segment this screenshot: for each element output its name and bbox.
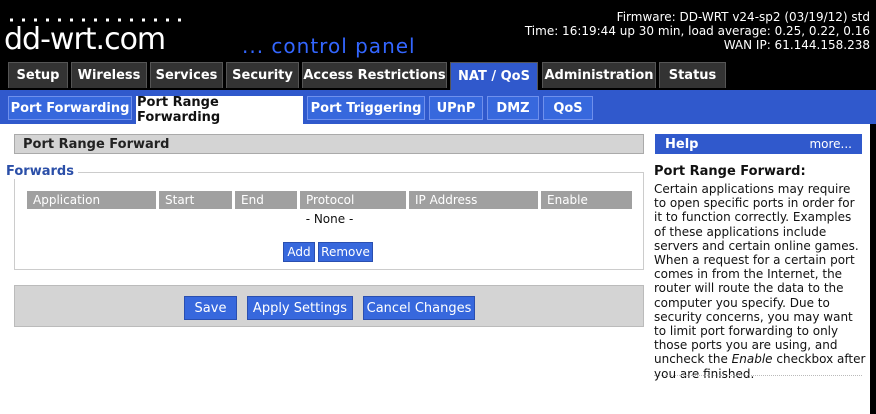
help-divider — [654, 375, 862, 376]
content-area: Port Range Forward Forwards Application … — [0, 124, 870, 414]
tab-wireless[interactable]: Wireless — [71, 62, 147, 88]
tab-setup[interactable]: Setup — [8, 62, 68, 88]
help-more-link[interactable]: more... — [809, 137, 852, 151]
firmware-text: Firmware: DD-WRT v24-sp2 (03/19/12) std — [616, 10, 870, 24]
router-info: Firmware: DD-WRT v24-sp2 (03/19/12) std … — [525, 10, 870, 52]
tab-security[interactable]: Security — [226, 62, 299, 88]
control-panel-subtitle: ... control panel — [242, 34, 416, 58]
help-text-emphasis: Enable — [731, 352, 773, 367]
apply-settings-button[interactable]: Apply Settings — [247, 296, 353, 320]
subtab-port-range-forwarding[interactable]: Port Range Forwarding — [136, 95, 303, 125]
column-header-ip-address: IP Address — [409, 191, 538, 209]
subtab-upnp[interactable]: UPnP — [429, 96, 483, 120]
wan-ip-text: WAN IP: 61.144.158.238 — [723, 38, 870, 52]
header: dd-wrt.com ... control panel Firmware: D… — [0, 0, 876, 62]
tab-access-restrictions[interactable]: Access Restrictions — [302, 62, 447, 88]
tab-status[interactable]: Status — [659, 62, 726, 88]
help-heading: Help — [665, 136, 699, 152]
empty-list-text: - None - — [305, 212, 354, 226]
column-header-start: Start — [159, 191, 232, 209]
remove-button[interactable]: Remove — [318, 242, 373, 262]
help-header: Help more... — [655, 134, 862, 154]
subtab-dmz[interactable]: DMZ — [487, 96, 539, 120]
help-text-part1: Certain applications may require to open… — [654, 182, 859, 367]
page-title: Port Range Forward — [14, 134, 644, 154]
cancel-changes-button[interactable]: Cancel Changes — [363, 296, 475, 320]
uptime-text: Time: 16:19:44 up 30 min, load average: … — [524, 24, 870, 38]
subtab-port-forwarding[interactable]: Port Forwarding — [8, 96, 132, 120]
column-header-protocol: Protocol — [300, 191, 406, 209]
tab-nat-qos[interactable]: NAT / QoS — [450, 62, 538, 90]
forwards-legend: Forwards — [6, 164, 78, 179]
help-title: Port Range Forward: — [654, 164, 806, 179]
column-header-end: End — [235, 191, 297, 209]
tab-administration[interactable]: Administration — [542, 62, 656, 88]
main-tabs: Setup Wireless Services Security Access … — [0, 62, 876, 90]
subtab-port-triggering[interactable]: Port Triggering — [307, 96, 425, 120]
logo-text: dd-wrt.com — [4, 22, 166, 57]
tab-services[interactable]: Services — [150, 62, 223, 88]
sub-tabs-bar: Port Forwarding Port Range Forwarding Po… — [0, 90, 876, 125]
column-header-enable: Enable — [541, 191, 632, 209]
column-header-application: Application — [27, 191, 156, 209]
save-button[interactable]: Save — [184, 296, 237, 320]
add-button[interactable]: Add — [283, 242, 315, 262]
help-text: Certain applications may require to open… — [654, 182, 866, 381]
subtab-qos[interactable]: QoS — [543, 96, 593, 120]
